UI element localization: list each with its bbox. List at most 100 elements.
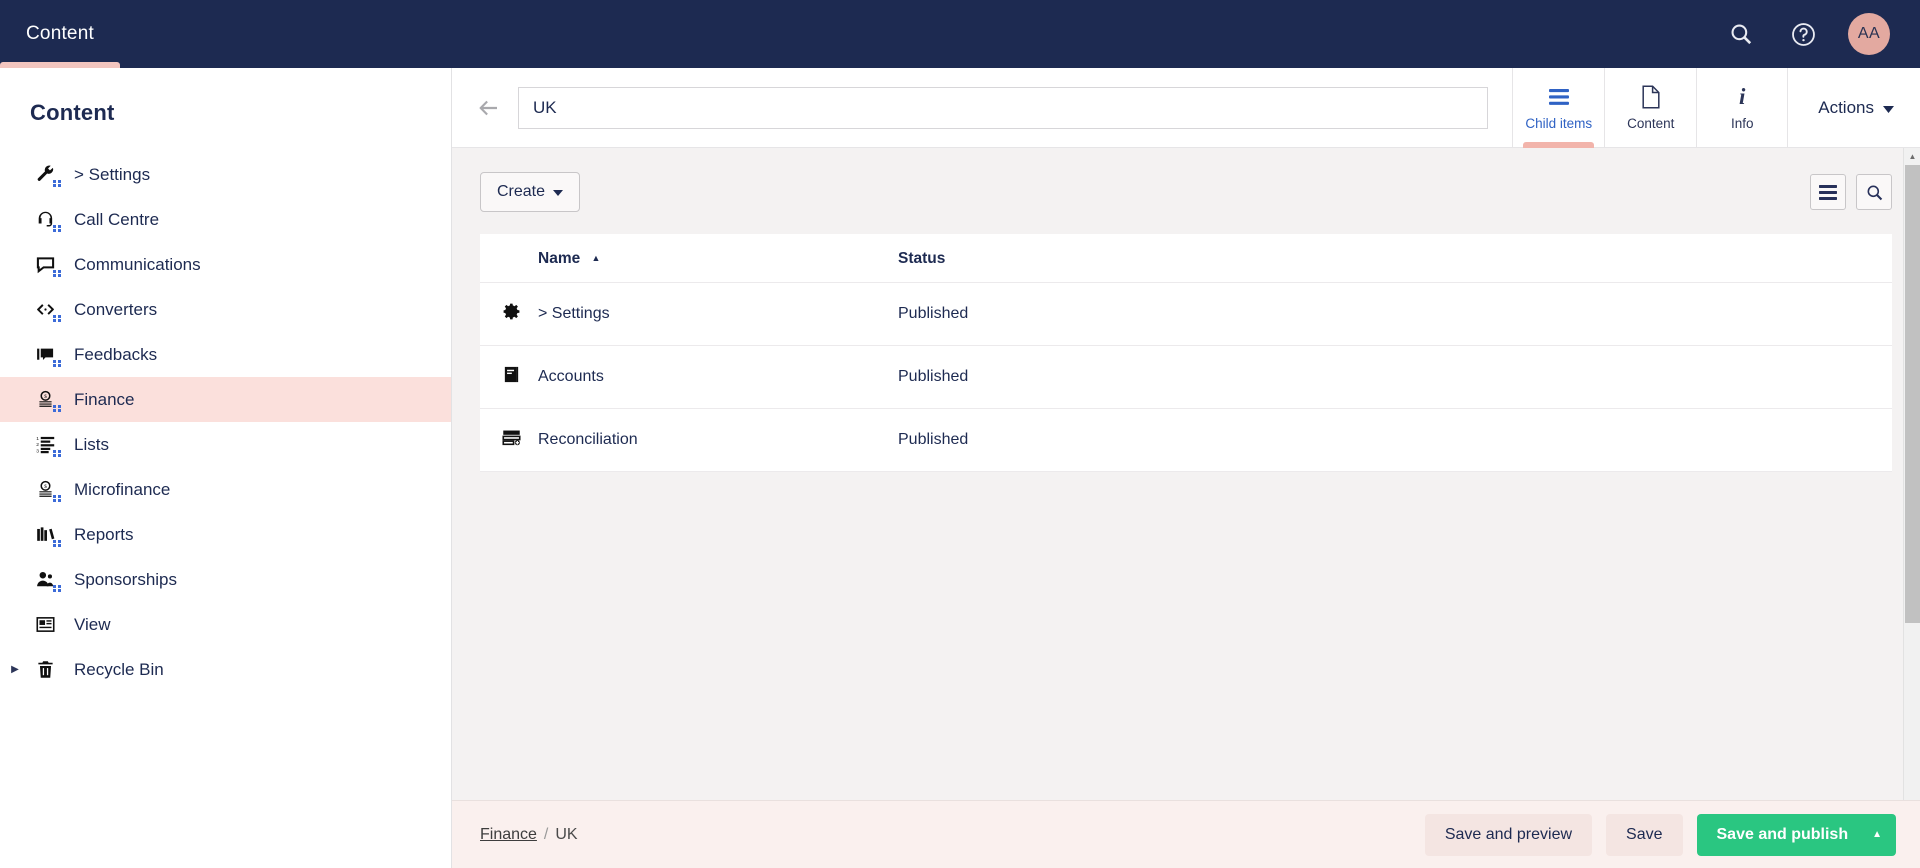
chevron-right-icon[interactable]: ▶	[8, 663, 22, 677]
sidebar-item-label: > Settings	[74, 164, 151, 184]
sidebar-item-label: View	[74, 614, 111, 634]
svg-text:$: $	[44, 393, 47, 400]
help-icon[interactable]	[1786, 17, 1820, 51]
wrench-icon	[30, 162, 61, 188]
topbar-tab-content[interactable]: Content	[0, 0, 120, 68]
coins-icon: $	[30, 387, 61, 413]
coins-icon: $	[30, 477, 61, 503]
content-body: Create Name ▲ Status > Settings Publishe…	[452, 148, 1920, 812]
reconciliation-icon	[480, 408, 538, 472]
table-cell-name[interactable]: Accounts	[538, 345, 898, 409]
save-button[interactable]: Save	[1606, 813, 1683, 856]
book-icon	[480, 345, 538, 409]
save-and-publish-button[interactable]: Save and publish ▲	[1696, 813, 1896, 856]
topbar-icon-group: AA	[1724, 13, 1920, 55]
sidebar-item-label: Finance	[74, 389, 135, 409]
article-icon	[30, 612, 60, 638]
table-body: > Settings Published Accounts Published Reco…	[480, 282, 1892, 472]
table-cell-name[interactable]: > Settings	[538, 282, 898, 346]
tab-content[interactable]: Content	[1604, 67, 1696, 148]
page-title-input[interactable]	[518, 86, 1489, 129]
actions-label: Actions	[1818, 97, 1874, 117]
sort-ascending-icon: ▲	[591, 253, 601, 263]
document-icon	[1641, 84, 1661, 109]
svg-text:2: 2	[36, 442, 39, 448]
sidebar-item-sponsorships[interactable]: Sponsorships	[0, 557, 451, 602]
search-icon[interactable]	[1856, 174, 1892, 210]
avatar[interactable]: AA	[1848, 13, 1890, 55]
svg-text:$: $	[44, 483, 47, 490]
scroll-up-arrow-icon[interactable]: ▲	[1904, 148, 1920, 165]
table-cell-status: Published	[898, 345, 1892, 409]
table-row[interactable]: Accounts Published	[480, 345, 1892, 409]
table-row[interactable]: Reconciliation Published	[480, 408, 1892, 472]
save-and-preview-button[interactable]: Save and preview	[1424, 813, 1593, 856]
topbar-tab-label: Content	[26, 23, 94, 44]
table-row[interactable]: > Settings Published	[480, 282, 1892, 346]
editor-header: Child items Content i	[452, 67, 1920, 148]
people-icon	[30, 567, 61, 593]
chevron-down-icon	[553, 183, 564, 201]
row-name-link[interactable]: > Settings	[538, 305, 610, 322]
tab-child-items[interactable]: Child items	[1512, 67, 1604, 148]
sidebar-item-label: Converters	[74, 299, 158, 319]
info-icon: i	[1739, 83, 1746, 109]
sidebar-item-settings[interactable]: > Settings	[0, 152, 451, 197]
books-icon	[30, 522, 61, 548]
column-header-icon	[480, 234, 538, 283]
sidebar-item-label: Microfinance	[74, 479, 171, 499]
breadcrumb-item-finance[interactable]: Finance	[480, 826, 537, 844]
sidebar-nav-list: > Settings Call Centre Communications Conve…	[0, 152, 451, 692]
column-header-status[interactable]: Status	[898, 234, 1892, 283]
create-button[interactable]: Create	[480, 172, 581, 212]
tab-child-items-label: Child items	[1525, 115, 1593, 131]
back-arrow-icon[interactable]	[468, 88, 508, 128]
row-name-link[interactable]: Reconciliation	[538, 431, 638, 448]
sidebar-item-feedbacks[interactable]: Feedbacks	[0, 332, 451, 377]
row-name-link[interactable]: Accounts	[538, 368, 604, 385]
sidebar-item-call-centre[interactable]: Call Centre	[0, 197, 451, 242]
sidebar-item-communications[interactable]: Communications	[0, 242, 451, 287]
sidebar-item-recycle-bin[interactable]: ▶ Recycle Bin	[0, 647, 451, 692]
numbered-list-icon: 123	[30, 432, 61, 458]
tab-info[interactable]: i Info	[1696, 67, 1789, 148]
sidebar-item-lists[interactable]: 1 2 3 Lists	[0, 422, 451, 467]
tab-active-underline	[1523, 141, 1595, 148]
main-panel: Child items Content i	[452, 67, 1920, 868]
actions-dropdown-button[interactable]: Actions	[1788, 68, 1920, 148]
create-button-label: Create	[497, 183, 546, 200]
tab-info-label: Info	[1730, 115, 1754, 131]
sidebar-item-view[interactable]: View	[0, 602, 451, 647]
code-arrows-icon	[30, 297, 61, 323]
sidebar: Content > Settings Call Centre Communicati…	[0, 68, 452, 868]
list-lines-icon	[1548, 85, 1570, 109]
feedback-icon	[30, 342, 61, 368]
table-cell-status: Published	[898, 282, 1892, 346]
search-icon[interactable]	[1724, 17, 1758, 51]
avatar-initials: AA	[1857, 25, 1881, 42]
svg-text:1: 1	[36, 436, 39, 442]
column-header-name[interactable]: Name ▲	[538, 234, 898, 283]
breadcrumb-item-current: UK	[555, 825, 578, 843]
sidebar-item-label: Lists	[74, 434, 109, 454]
sidebar-item-microfinance[interactable]: $ Microfinance	[0, 467, 451, 512]
sidebar-item-finance[interactable]: $ Finance	[0, 377, 451, 422]
vertical-scrollbar[interactable]: ▲ ▼	[1903, 148, 1920, 812]
sidebar-item-label: Reports	[74, 524, 134, 544]
table-header-row: Name ▲ Status	[480, 234, 1892, 283]
sidebar-item-reports[interactable]: Reports	[0, 512, 451, 557]
list-toolbar: Create	[480, 172, 1892, 212]
column-header-status-label: Status	[898, 250, 946, 267]
sidebar-item-converters[interactable]: Converters	[0, 287, 451, 332]
sidebar-item-label: Recycle Bin	[74, 659, 164, 679]
app-root: Content AA Content > Settings Call Centr…	[0, 0, 1920, 868]
table-cell-name[interactable]: Reconciliation	[538, 408, 898, 472]
list-view-icon[interactable]	[1810, 174, 1846, 210]
scrollbar-thumb[interactable]	[1905, 165, 1920, 623]
table-cell-status: Published	[898, 408, 1892, 472]
headset-icon	[30, 207, 61, 233]
save-and-publish-label: Save and publish	[1716, 825, 1849, 843]
gear-icon	[480, 282, 538, 346]
sidebar-item-label: Sponsorships	[74, 569, 178, 589]
column-header-name-label: Name	[538, 250, 581, 267]
